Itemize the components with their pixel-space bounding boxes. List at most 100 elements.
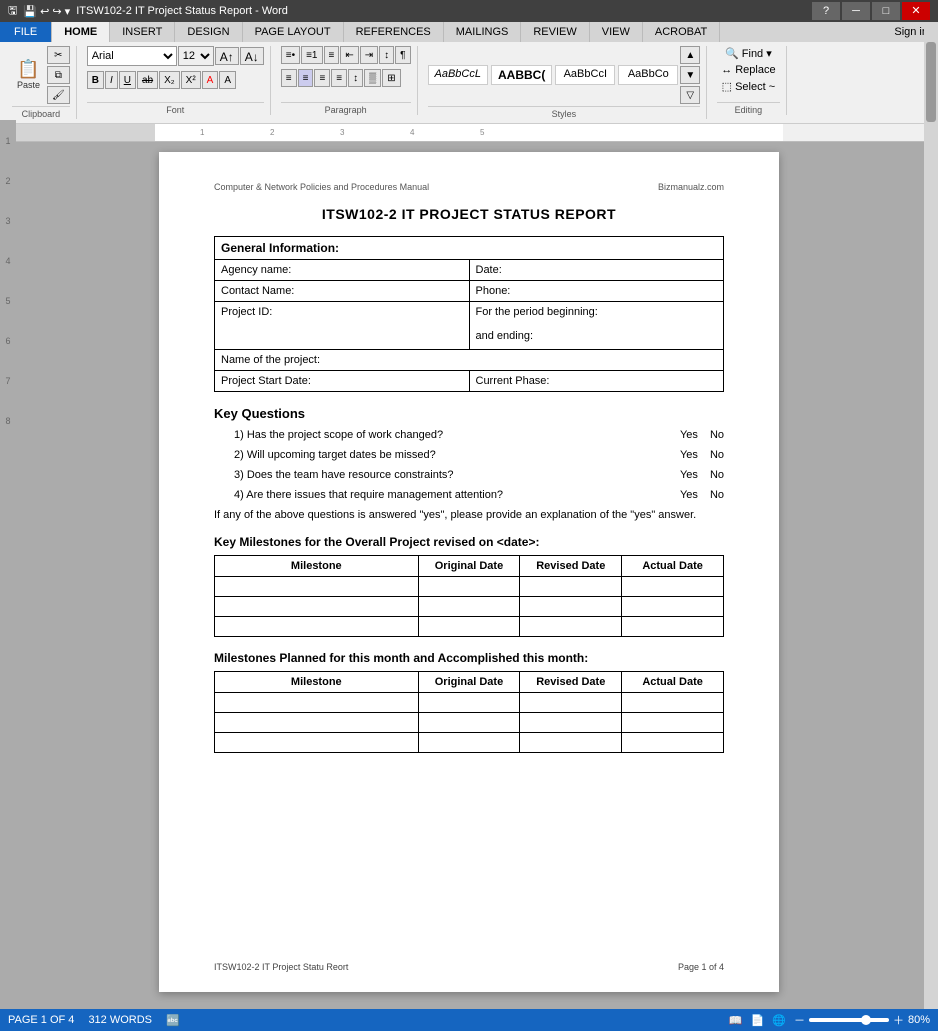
quick-access: 💾 ↩ ↪ ▾ [23,5,70,18]
tab-home[interactable]: HOME [52,22,110,42]
borders-button[interactable]: ⊞ [382,69,400,87]
start-date-label: Project Start Date: [215,371,470,392]
col-milestone-2: Milestone [215,672,419,693]
clipboard-label: Clipboard [12,106,70,119]
col-revised-date-1: Revised Date [520,556,622,577]
ruler: 1 2 3 4 5 [0,124,938,142]
right-scrollbar[interactable] [924,22,938,1009]
justify-button[interactable]: ≡ [331,69,347,87]
subscript-button[interactable]: X₂ [159,71,180,89]
style-heading2[interactable]: AaBbCcI [555,65,615,85]
question-4: 4) Are there issues that require managem… [234,489,724,501]
copy-button[interactable]: ⧉ [47,66,70,84]
clipboard-group: 📋 Paste ✂ ⧉ 🖌 Clipboard [6,46,77,119]
ribbon-tabs: FILE HOME INSERT DESIGN PAGE LAYOUT REFE… [0,22,938,42]
select-button[interactable]: ⬚ Select ~ [718,79,779,94]
show-marks-button[interactable]: ¶ [395,46,410,64]
tab-file[interactable]: FILE [0,22,52,42]
document-area: Computer & Network Policies and Procedur… [0,142,938,1002]
question-2: 2) Will upcoming target dates be missed?… [234,449,724,461]
font-family-select[interactable]: Arial [87,46,177,66]
align-left-button[interactable]: ≡ [281,69,297,87]
format-painter-button[interactable]: 🖌 [47,86,70,104]
decrease-indent-button[interactable]: ⇤ [340,46,358,64]
styles-scroll-down[interactable]: ▼ [680,66,700,84]
general-info-header: General Information: [215,237,724,260]
cut-button[interactable]: ✂ [47,46,70,64]
close-button[interactable]: ✕ [902,2,930,20]
highlight-button[interactable]: A [219,71,236,89]
language-icon: 🔤 [166,1014,180,1027]
increase-indent-button[interactable]: ⇥ [360,46,378,64]
text-color-button[interactable]: A [202,71,219,89]
style-heading3[interactable]: AaBbCo [618,65,678,85]
bold-button[interactable]: B [87,71,104,89]
scrollbar-thumb[interactable] [926,42,936,122]
editing-group: 🔍 Find ▾ ↔ Replace ⬚ Select ~ Editing [711,46,786,115]
milestone-monthly-row-1 [215,693,724,713]
title-bar-left: 🖫 💾 ↩ ↪ ▾ ITSW102-2 IT Project Status Re… [8,2,288,21]
word-count: 312 WORDS [88,1014,152,1026]
tab-mailings[interactable]: MAILINGS [444,22,522,42]
strikethrough-button[interactable]: ab [137,71,158,89]
shading-button[interactable]: ▒ [364,69,381,87]
multilevel-button[interactable]: ≡ [324,46,340,64]
styles-preview: AaBbCcL AABBC( AaBbCcI AaBbCo [428,65,679,85]
replace-button[interactable]: ↔ Replace [717,63,779,77]
tab-page-layout[interactable]: PAGE LAYOUT [243,22,344,42]
tab-references[interactable]: REFERENCES [344,22,444,42]
style-emphasis[interactable]: AaBbCcL [428,65,488,85]
paste-button[interactable]: 📋 Paste [12,54,45,96]
milestone-monthly-row-2 [215,713,724,733]
word-icon: 🖫 [8,2,17,21]
header-left: Computer & Network Policies and Procedur… [214,182,429,192]
shrink-font-button[interactable]: A↓ [240,47,264,65]
editing-label: Editing [717,102,779,115]
superscript-button[interactable]: X² [181,71,201,89]
question-3: 3) Does the team have resource constrain… [234,469,724,481]
help-button[interactable]: ? [812,2,840,20]
zoom-level: 80% [908,1014,930,1026]
view-print-button[interactable]: 📄 [751,1014,765,1027]
tab-acrobat[interactable]: ACROBAT [643,22,720,42]
tab-view[interactable]: VIEW [590,22,643,42]
bullets-button[interactable]: ≡• [281,46,300,64]
styles-expand[interactable]: ▽ [680,86,700,104]
tab-design[interactable]: DESIGN [175,22,242,42]
document-title: ITSW102-2 IT PROJECT STATUS REPORT [214,206,724,222]
minimize-button[interactable]: ─ [842,2,870,20]
styles-scroll-up[interactable]: ▲ [680,46,700,64]
tab-review[interactable]: REVIEW [521,22,589,42]
font-size-select[interactable]: 12 [178,46,214,66]
milestones-overall-title: Key Milestones for the Overall Project r… [214,535,724,549]
align-center-button[interactable]: ≡ [298,69,314,87]
line-spacing-button[interactable]: ↕ [348,69,363,87]
q4-yes: Yes [680,489,698,501]
page-info: PAGE 1 OF 4 [8,1014,74,1026]
grow-font-button[interactable]: A↑ [215,47,239,65]
tab-insert[interactable]: INSERT [110,22,175,42]
numbering-button[interactable]: ≡1 [301,46,322,64]
page-footer: ITSW102-2 IT Project Statu Reort Page 1 … [214,962,724,972]
zoom-bar[interactable]: － ＋ 80% [794,1012,930,1028]
align-right-button[interactable]: ≡ [314,69,330,87]
col-original-date-2: Original Date [418,672,520,693]
style-heading1[interactable]: AABBC( [491,65,552,85]
milestone-overall-row-1 [215,577,724,597]
paragraph-group: ≡• ≡1 ≡ ⇤ ⇥ ↕ ¶ ≡ ≡ ≡ ≡ ↕ ▒ ⊞ [275,46,418,115]
styles-label: Styles [428,106,701,119]
document-page[interactable]: Computer & Network Policies and Procedur… [159,152,779,992]
phone-label: Phone: [469,281,724,302]
zoom-slider[interactable] [809,1018,889,1022]
view-web-button[interactable]: 🌐 [772,1014,786,1027]
zoom-in-button[interactable]: ＋ [893,1012,904,1028]
view-read-button[interactable]: 📖 [729,1014,743,1027]
find-button[interactable]: 🔍 Find ▾ [721,46,776,61]
window-controls[interactable]: ? ─ □ ✕ [812,2,930,20]
italic-button[interactable]: I [105,71,118,89]
q1-no: No [710,429,724,441]
zoom-out-button[interactable]: － [794,1012,805,1028]
maximize-button[interactable]: □ [872,2,900,20]
sort-button[interactable]: ↕ [379,46,394,64]
underline-button[interactable]: U [119,71,136,89]
